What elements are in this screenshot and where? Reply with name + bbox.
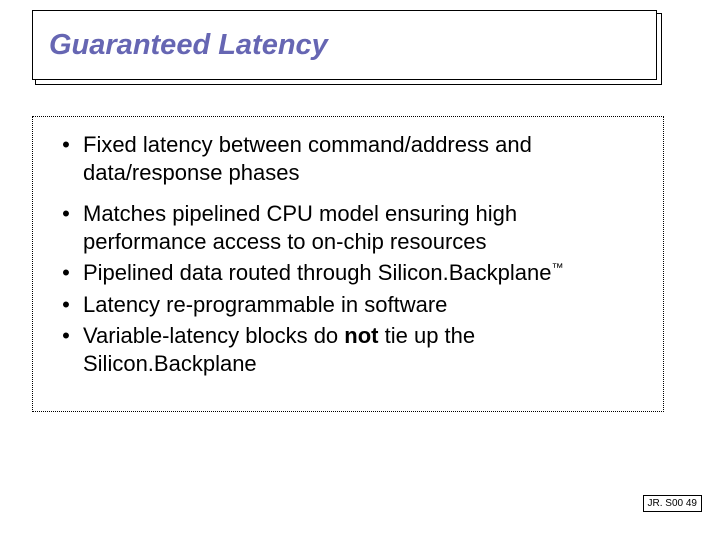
footer-label: JR. S00 49 <box>643 495 702 512</box>
bullet-bold: not <box>344 323 378 348</box>
content-box: •Fixed latency between command/address a… <box>32 116 664 412</box>
bullet-item: •Fixed latency between command/address a… <box>49 131 643 186</box>
bullet-dot-icon: • <box>49 200 83 228</box>
bullet-pre: Matches pipelined CPU model ensuring hig… <box>83 201 517 254</box>
bullet-item: •Variable-latency blocks do not tie up t… <box>49 322 643 377</box>
bullet-text: Latency re-programmable in software <box>83 291 643 319</box>
bullet-dot-icon: • <box>49 131 83 159</box>
bullet-text: Matches pipelined CPU model ensuring hig… <box>83 200 643 255</box>
bullet-pre: Variable-latency blocks do <box>83 323 344 348</box>
slide-title: Guaranteed Latency <box>49 29 328 62</box>
bullet-text: Pipelined data routed through Silicon.Ba… <box>83 259 643 287</box>
bullet-pre: Latency re-programmable in software <box>83 292 447 317</box>
bullet-dot-icon: • <box>49 291 83 319</box>
bullet-dot-icon: • <box>49 259 83 287</box>
trademark-icon: ™ <box>551 261 563 275</box>
bullet-pre: Fixed latency between command/address an… <box>83 132 532 185</box>
title-box: Guaranteed Latency <box>32 10 657 80</box>
bullet-dot-icon: • <box>49 322 83 350</box>
bullet-item: •Latency re-programmable in software <box>49 291 643 319</box>
bullet-text: Fixed latency between command/address an… <box>83 131 643 186</box>
bullet-item: •Matches pipelined CPU model ensuring hi… <box>49 200 643 255</box>
bullet-item: •Pipelined data routed through Silicon.B… <box>49 259 643 287</box>
bullet-text: Variable-latency blocks do not tie up th… <box>83 322 643 377</box>
bullet-list: •Fixed latency between command/address a… <box>49 131 643 377</box>
bullet-pre: Pipelined data routed through Silicon.Ba… <box>83 260 551 285</box>
